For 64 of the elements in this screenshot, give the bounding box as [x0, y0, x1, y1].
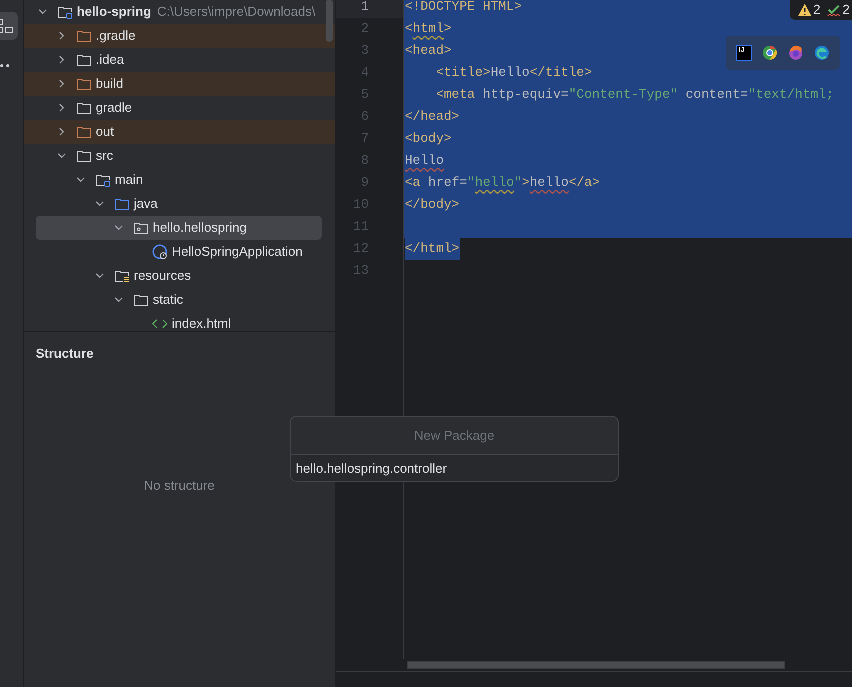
count: 2 — [814, 1, 821, 20]
collapse-chevron-icon[interactable] — [114, 295, 124, 305]
tree-item[interactable]: hello-spring C:\Users\impre\Downloads\ — [36, 0, 322, 24]
folder-icon — [76, 124, 92, 140]
scrollbar-thumb[interactable] — [326, 0, 333, 42]
folder-icon — [76, 148, 92, 164]
tree-item[interactable]: .gradle — [36, 24, 322, 48]
tree-item[interactable]: static — [36, 288, 322, 312]
inspection-widget[interactable]: 2 2 — [790, 0, 852, 20]
project-path: C:\Users\impre\Downloads\ — [157, 3, 316, 22]
expand-chevron-icon[interactable] — [57, 79, 67, 89]
folder-icon — [76, 100, 92, 116]
folder-icon — [114, 268, 130, 284]
tree-item[interactable]: src — [36, 144, 322, 168]
tree-item[interactable]: build — [36, 72, 322, 96]
code-line: <!DOCTYPE HTML> — [405, 0, 522, 14]
code-line: <head> — [405, 43, 452, 58]
folder-icon — [76, 52, 92, 68]
folder-icon — [133, 292, 149, 308]
collapse-chevron-icon[interactable] — [38, 7, 48, 17]
count: 2 — [842, 1, 850, 20]
tree-item[interactable]: HelloSpringApplication — [36, 240, 322, 264]
check-icon — [826, 3, 841, 17]
code-line: <title>Hello</title> — [435, 65, 592, 80]
folder-icon — [114, 196, 130, 212]
structure-icon[interactable] — [0, 12, 18, 40]
code-line: <meta http-equiv="Content-Type" content="text/html; — [435, 87, 834, 102]
expand-chevron-icon[interactable] — [57, 55, 67, 65]
code-line: Hello — [405, 153, 444, 168]
collapse-chevron-icon[interactable] — [76, 175, 86, 185]
tree-item[interactable]: resources — [36, 264, 322, 288]
line-number: 1 — [336, 0, 403, 18]
package-icon — [133, 220, 149, 236]
tree-item[interactable]: hello.hellospring — [36, 216, 322, 240]
tree-item[interactable]: gradle — [36, 96, 322, 120]
package-name-field[interactable]: hello.hellospring.controller — [291, 455, 618, 481]
empty-message: No structure — [143, 477, 216, 495]
code-line: <a href="hello">hello</a> — [405, 175, 600, 190]
collapse-chevron-icon[interactable] — [57, 151, 67, 161]
code-line: <body> — [405, 131, 452, 146]
browser-icon[interactable] — [814, 45, 830, 61]
panel-title: Structure — [35, 345, 95, 363]
code-line: <html> — [405, 21, 452, 36]
tree-item[interactable]: out — [36, 120, 322, 144]
class-icon — [152, 244, 168, 260]
tree-item[interactable]: index.html — [36, 312, 322, 331]
collapse-chevron-icon[interactable] — [114, 223, 124, 233]
tree-item[interactable]: main — [36, 168, 322, 192]
expand-chevron-icon[interactable] — [57, 31, 67, 41]
code-line: </head> — [405, 109, 460, 124]
collapse-chevron-icon[interactable] — [95, 271, 105, 281]
folder-icon — [95, 172, 111, 188]
folder-icon — [76, 28, 92, 44]
folder-icon — [76, 76, 92, 92]
expand-chevron-icon[interactable] — [57, 127, 67, 137]
collapse-chevron-icon[interactable] — [95, 199, 105, 209]
tree-item[interactable]: java — [36, 192, 322, 216]
expand-chevron-icon[interactable] — [57, 103, 67, 113]
warning-icon — [798, 3, 812, 17]
horizontal-scrollbar[interactable] — [407, 661, 785, 669]
code-line: </body> — [405, 197, 460, 212]
folder-icon — [57, 4, 73, 20]
tree-item[interactable]: .idea — [36, 48, 322, 72]
browser-icon[interactable] — [762, 45, 778, 61]
